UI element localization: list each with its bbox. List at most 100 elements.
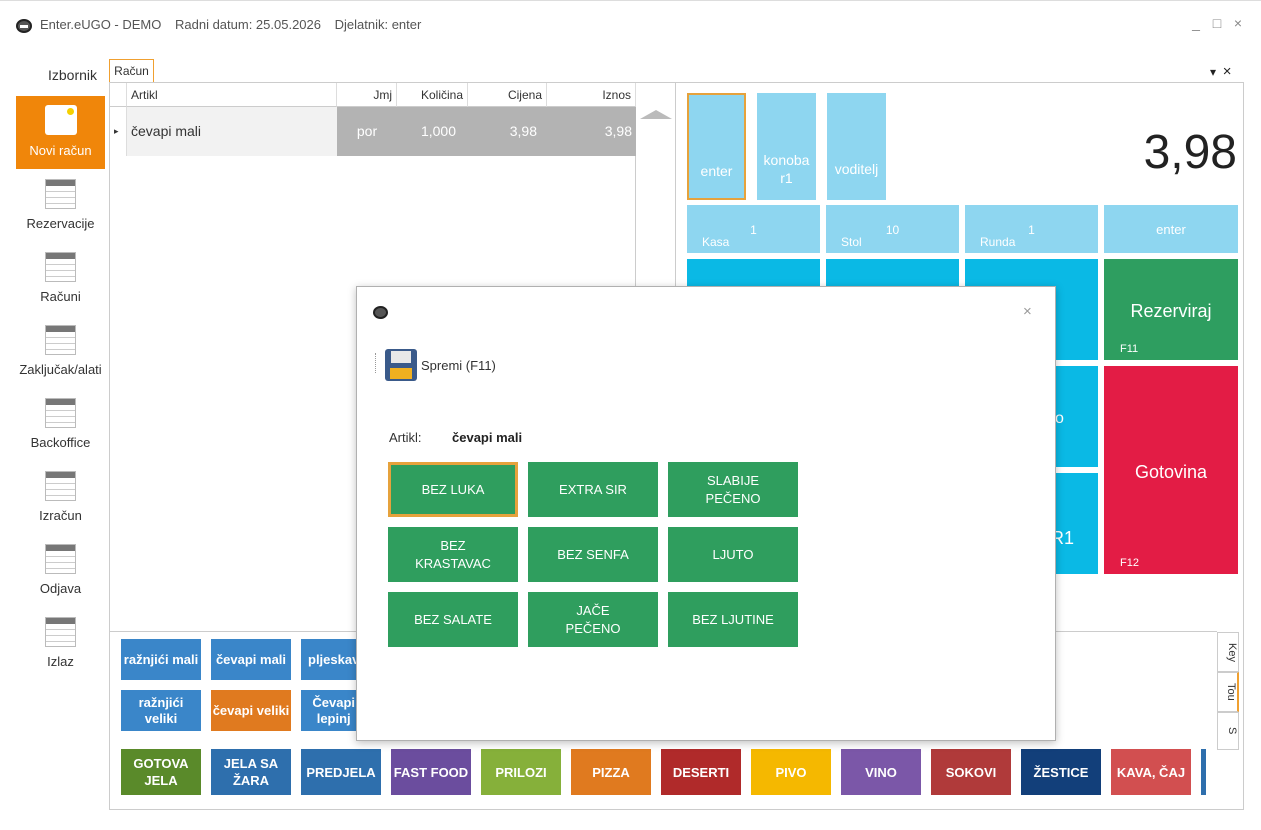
info-tile-stol[interactable]: 10 Stol [826, 205, 959, 253]
sidebar-item-new-bill[interactable]: Novi račun [16, 96, 105, 169]
tab-close-button[interactable]: × [1223, 63, 1232, 80]
modifiers-dialog: × Spremi (F11) Artikl: čevapi mali BEZ L… [356, 286, 1056, 741]
category-button[interactable]: DESERTI [661, 749, 741, 795]
info-tile-kasa[interactable]: 1 Kasa [687, 205, 820, 253]
cell-artikl[interactable]: čevapi mali [127, 107, 337, 156]
product-button[interactable]: čevapi mali [211, 639, 291, 680]
category-button[interactable]: JELA SA ŽARA [211, 749, 291, 795]
table-icon [45, 544, 76, 574]
tab-keyboard[interactable]: Key [1217, 632, 1239, 672]
sidebar-item-calculation[interactable]: Izračun [16, 461, 105, 534]
modifier-button[interactable]: BEZ SENFA [528, 527, 658, 582]
cell-iznos[interactable]: 3,98 [547, 107, 636, 156]
artikl-label: Artikl: [389, 430, 422, 445]
toolbar-grip [375, 353, 377, 373]
cell-kolicina[interactable]: 1,000 [397, 107, 468, 156]
modifier-button[interactable]: EXTRA SIR [528, 462, 658, 517]
modifier-button[interactable]: LJUTO [668, 527, 798, 582]
sidebar-item-backoffice[interactable]: Backoffice [16, 388, 105, 461]
sidebar-item-label: Izlaz [47, 654, 74, 669]
reserve-button[interactable]: Rezerviraj F11 [1104, 259, 1238, 360]
action-tile-label: o [1055, 410, 1064, 427]
grid-header-indicator [110, 83, 127, 107]
modifier-button[interactable]: BEZ LUKA [388, 462, 518, 517]
modifier-button[interactable]: JAČE PEČENO [528, 592, 658, 647]
product-button[interactable]: čevapi veliki [211, 690, 291, 731]
category-button[interactable]: ŽESTICE [1021, 749, 1101, 795]
tab-controls: ▾ × [1210, 63, 1231, 80]
info-key: Runda [980, 235, 1016, 249]
cash-shortcut: F12 [1120, 557, 1139, 569]
save-icon[interactable] [385, 349, 417, 381]
sidebar-title: Izbornik [48, 67, 98, 83]
info-value: enter [1156, 222, 1186, 237]
grid-header-kolicina[interactable]: Količina [397, 83, 468, 107]
artikl-value: čevapi mali [452, 430, 523, 445]
tab-dropdown-icon[interactable]: ▾ [1210, 65, 1216, 79]
info-tile-runda[interactable]: 1 Runda [965, 205, 1098, 253]
grid-header-cijena[interactable]: Cijena [468, 83, 547, 107]
sidebar-item-label: Zaključak/alati [19, 362, 102, 377]
employee: Djelatnik: enter [334, 17, 422, 32]
product-button[interactable]: Čevapi lepinj [301, 690, 357, 731]
user-tile-konobar1[interactable]: konoba r1 [757, 93, 816, 200]
modifier-button[interactable]: BEZ LJUTINE [668, 592, 798, 647]
minimize-button[interactable]: _ [1186, 15, 1206, 31]
grid-header-artikl[interactable]: Artikl [127, 83, 337, 107]
category-button-partial[interactable] [1201, 749, 1206, 795]
product-button[interactable]: pljeskav [301, 639, 357, 680]
info-tile-user[interactable]: enter [1104, 205, 1238, 253]
maximize-button[interactable]: □ [1207, 15, 1227, 31]
cell-cijena[interactable]: 3,98 [468, 107, 547, 156]
app-logo-icon [16, 19, 32, 33]
table-icon [45, 252, 76, 282]
working-date: Radni datum: 25.05.2026 [175, 17, 321, 32]
window-title: Enter.eUGO - DEMO Radni datum: 25.05.202… [40, 17, 431, 32]
sidebar-item-closing-tools[interactable]: Zaključak/alati [16, 315, 105, 388]
sidebar-item-bills[interactable]: Računi [16, 242, 105, 315]
grid-header-iznos[interactable]: Iznos [547, 83, 636, 107]
modifier-button[interactable]: SLABIJE PEČENO [668, 462, 798, 517]
user-tile-label: konoba r1 [763, 152, 810, 186]
sidebar-item-label: Izračun [39, 508, 82, 523]
reserve-label: Rezerviraj [1130, 301, 1212, 321]
product-button[interactable]: ražnjići mali [121, 639, 201, 680]
table-icon [45, 617, 76, 647]
category-button[interactable]: PREDJELA [301, 749, 381, 795]
reserve-shortcut: F11 [1120, 343, 1139, 355]
cash-button[interactable]: Gotovina F12 [1104, 366, 1238, 574]
category-button[interactable]: PIZZA [571, 749, 651, 795]
user-tile-voditelj[interactable]: voditelj [827, 93, 886, 200]
scroll-up-icon[interactable] [640, 110, 672, 119]
row-marker-icon: ▸ [110, 107, 127, 156]
close-window-button[interactable]: × [1228, 15, 1248, 31]
dialog-logo-icon [373, 306, 388, 319]
sidebar-item-logout[interactable]: Odjava [16, 534, 105, 607]
category-button[interactable]: PRILOZI [481, 749, 561, 795]
grid-header-jmj[interactable]: Jmj [337, 83, 397, 107]
sidebar-item-exit[interactable]: Izlaz [16, 607, 105, 680]
save-button[interactable]: Spremi (F11) [421, 358, 496, 373]
category-button[interactable]: GOTOVA JELA [121, 749, 201, 795]
app-title: Enter.eUGO - DEMO [40, 17, 162, 32]
sidebar-item-label: Backoffice [30, 435, 91, 450]
dialog-close-button[interactable]: × [1023, 303, 1032, 320]
modifier-button[interactable]: BEZ SALATE [388, 592, 518, 647]
category-button[interactable]: SOKOVI [931, 749, 1011, 795]
category-button[interactable]: FAST FOOD [391, 749, 471, 795]
modifier-button[interactable]: BEZ KRASTAVAC [388, 527, 518, 582]
table-icon [45, 398, 76, 428]
category-button[interactable]: PIVO [751, 749, 831, 795]
user-tile-label: voditelj [834, 161, 879, 177]
tab-bill[interactable]: Račun [109, 59, 154, 82]
product-button[interactable]: ražnjići veliki [121, 690, 201, 731]
table-icon [45, 471, 76, 501]
category-button[interactable]: VINO [841, 749, 921, 795]
category-button[interactable]: KAVA, ČAJ [1111, 749, 1191, 795]
sidebar-item-reservations[interactable]: Rezervacije [16, 169, 105, 242]
table-icon [45, 325, 76, 355]
user-tile-enter[interactable]: enter [687, 93, 746, 200]
tab-touch[interactable]: Tou [1217, 672, 1239, 712]
tab-s[interactable]: S [1217, 712, 1239, 750]
cell-jmj[interactable]: por [337, 107, 397, 156]
